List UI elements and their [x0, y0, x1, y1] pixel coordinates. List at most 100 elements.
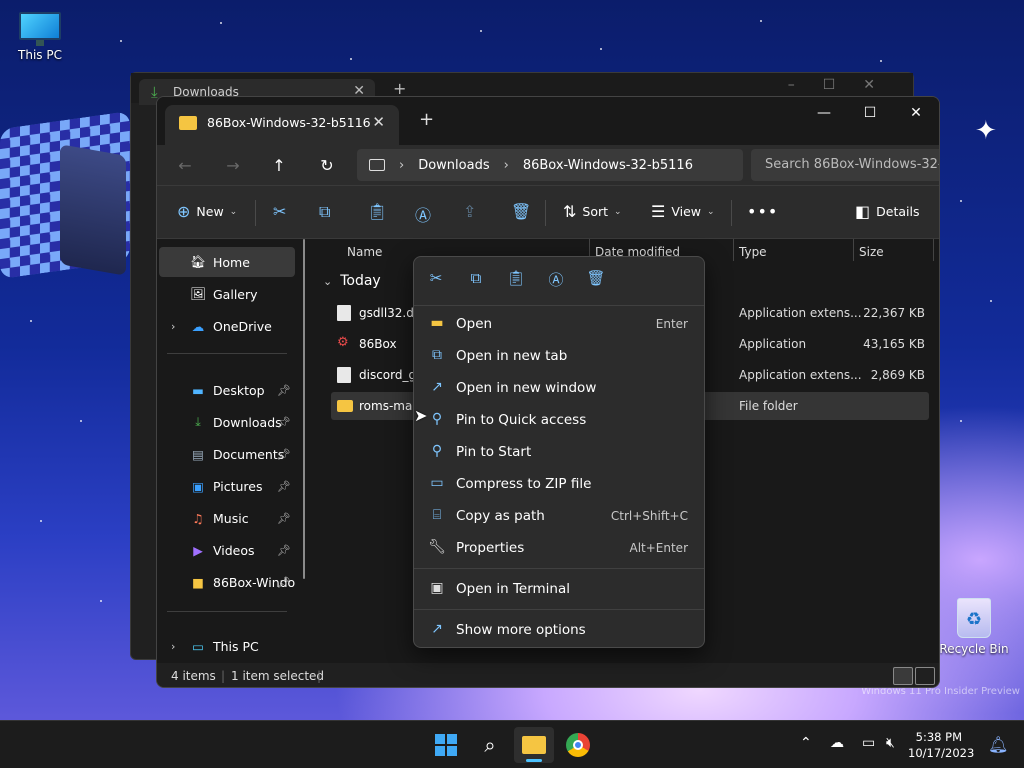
refresh-icon[interactable]: ↻ [313, 153, 341, 177]
selection-count: 1 item selected [231, 669, 325, 683]
mouse-cursor-icon: ➤ [414, 406, 428, 425]
paste-button[interactable]: 📋︎ [367, 202, 387, 221]
window-controls[interactable]: –☐✕ [788, 77, 903, 93]
forward-arrow-icon[interactable]: → [219, 153, 247, 177]
breadcrumb-current[interactable]: 86Box-Windows-32-b5116 [523, 158, 693, 173]
chevron-down-icon: ⌄ [229, 206, 238, 217]
menu-item-open-terminal[interactable]: ▣ Open in Terminal [418, 573, 700, 605]
file-type: File folder [739, 399, 798, 413]
nav-item-onedrive[interactable]: › ☁ OneDrive [159, 311, 295, 341]
sort-button[interactable]: ⇅ Sort ⌄ [563, 202, 622, 221]
nav-item-videos[interactable]: ▶ Videos 📌︎ [159, 535, 295, 565]
clock[interactable]: 5:38 PM 10/17/2023 [908, 729, 974, 761]
details-pane-button[interactable]: ◧ Details [855, 202, 919, 221]
chevron-right-icon[interactable]: › [171, 320, 175, 333]
file-explorer-taskbar-button[interactable] [514, 727, 554, 763]
details-label: Details [876, 204, 920, 219]
nav-item-music[interactable]: ♫ Music 📌︎ [159, 503, 295, 533]
taskbar[interactable]: ⌕ ⌃ ☁ ▭ 🔇︎ 5:38 PM 10/17/2023 🔔︎ [0, 720, 1024, 768]
nav-item-this-pc[interactable]: › ▭ This PC [159, 631, 295, 661]
back-arrow-icon[interactable]: ← [171, 153, 199, 177]
menu-item-compress-zip[interactable]: ▭ Compress to ZIP file [418, 468, 700, 500]
notification-bell-icon[interactable]: 🔔︎ [988, 735, 1008, 754]
folder-icon [179, 116, 197, 130]
sort-icon: ⇅ [563, 202, 577, 221]
start-button[interactable] [426, 727, 466, 763]
rename-button[interactable]: Ⓐ [415, 202, 431, 226]
cut-icon[interactable]: ✂ [424, 269, 448, 291]
nav-item-pictures[interactable]: ▣ Pictures 📌︎ [159, 471, 295, 501]
copy-path-icon: ⌸ [432, 507, 442, 523]
menu-item-open-new-window[interactable]: ↗ Open in new window [418, 372, 700, 404]
network-icon[interactable]: ▭ [862, 735, 875, 751]
search-icon[interactable]: ⌕ [470, 727, 510, 763]
folder-icon: ■ [192, 574, 204, 590]
copy-icon: ⧉ [319, 202, 331, 221]
delete-button[interactable]: 🗑︎ [511, 202, 531, 221]
nav-item-gallery[interactable]: 🖼︎ Gallery [159, 279, 295, 309]
copy-button[interactable]: ⧉ [319, 202, 330, 222]
nav-scrollbar[interactable] [303, 239, 305, 579]
folder-icon [522, 736, 546, 754]
view-button[interactable]: ☰ View ⌄ [651, 202, 715, 221]
pc-icon [369, 159, 385, 171]
up-arrow-icon[interactable]: ↑ [265, 153, 293, 177]
menu-item-pin-quick-access[interactable]: ⚲ Pin to Quick access [418, 404, 700, 436]
chevron-down-icon: ⌄ [614, 206, 622, 217]
search-input[interactable]: Search 86Box-Windows-32-b5116 [751, 149, 939, 181]
wrench-icon: 🔧︎ [428, 539, 446, 555]
menu-item-properties[interactable]: 🔧︎ Properties Alt+Enter [418, 532, 700, 564]
menu-item-open-new-tab[interactable]: ⧉ Open in new tab [418, 340, 700, 372]
more-options-button[interactable]: ••• [747, 202, 778, 221]
chevron-right-icon[interactable]: › [171, 640, 175, 653]
nav-item-home[interactable]: 🏠︎ Home [159, 247, 295, 277]
menu-label: Copy as path [456, 508, 545, 524]
close-icon[interactable]: ✕ [893, 97, 939, 129]
minimize-icon[interactable]: — [801, 97, 847, 129]
close-tab-icon[interactable]: ✕ [372, 113, 385, 131]
paste-icon[interactable]: 📋︎ [504, 269, 528, 291]
tiles-view-icon[interactable] [915, 667, 935, 685]
share-button[interactable]: ⇪ [463, 202, 476, 221]
address-bar[interactable]: › Downloads › 86Box-Windows-32-b5116 [357, 149, 743, 181]
cut-button[interactable]: ✂ [273, 202, 286, 221]
cube-side-decoration [60, 144, 126, 276]
tab-86box[interactable]: 86Box-Windows-32-b5116 ✕ [165, 105, 399, 145]
volume-muted-icon[interactable]: 🔇︎ [886, 735, 895, 751]
nav-item-desktop[interactable]: ▬ Desktop 📌︎ [159, 375, 295, 405]
chrome-taskbar-button[interactable] [558, 727, 598, 763]
monitor-icon: ▭ [192, 638, 204, 654]
rename-icon[interactable]: Ⓐ [544, 269, 568, 291]
desktop-icon-this-pc[interactable]: This PC [2, 12, 78, 62]
menu-item-copy-as-path[interactable]: ⌸ Copy as path Ctrl+Shift+C [418, 500, 700, 532]
nav-item-downloads[interactable]: ⤓ Downloads 📌︎ [159, 407, 295, 437]
maximize-icon[interactable]: ☐ [847, 97, 893, 129]
nav-label: OneDrive [213, 318, 272, 334]
pin-icon: 📌︎ [277, 575, 291, 589]
desktop-icon-recycle-bin[interactable]: ♻ Recycle Bin [936, 598, 1012, 656]
breadcrumb-downloads[interactable]: Downloads [418, 158, 489, 173]
menu-item-pin-start[interactable]: ⚲ Pin to Start [418, 436, 700, 468]
menu-item-open[interactable]: ▬ Open Enter [418, 308, 700, 340]
delete-icon[interactable]: 🗑︎ [584, 269, 608, 291]
column-header-name[interactable]: Name [347, 239, 382, 265]
column-header-type[interactable]: Type [739, 239, 767, 265]
file-size: 43,165 KB [863, 337, 925, 351]
copy-icon[interactable]: ⧉ [464, 269, 488, 291]
menu-label: Pin to Start [456, 444, 532, 460]
new-window-icon: ↗ [431, 379, 443, 395]
column-header-size[interactable]: Size [859, 239, 884, 265]
group-header-today[interactable]: ⌄ Today [323, 273, 381, 289]
details-view-icon[interactable] [893, 667, 913, 685]
menu-item-show-more-options[interactable]: ↗ Show more options [418, 614, 700, 646]
new-tab-icon[interactable]: + [419, 109, 434, 130]
nav-item-86box[interactable]: ■86Box-Windows-32-b5116📌︎ [159, 567, 295, 597]
new-button[interactable]: ⊕ New ⌄ [177, 202, 237, 221]
ellipsis-icon: ••• [747, 202, 779, 221]
context-menu[interactable]: ✂ ⧉ 📋︎ Ⓐ 🗑︎ ▬ Open Enter ⧉ Open in new t… [413, 256, 705, 648]
onedrive-icon[interactable]: ☁ [830, 735, 844, 751]
chevron-up-icon[interactable]: ⌃ [800, 735, 812, 751]
nav-item-documents[interactable]: ▤ Documents 📌︎ [159, 439, 295, 469]
menu-label: Open in Terminal [456, 581, 570, 597]
navigation-pane[interactable]: 🏠︎ Home 🖼︎ Gallery › ☁ OneDrive ▬ Desktop 📌︎ … [157, 239, 307, 663]
